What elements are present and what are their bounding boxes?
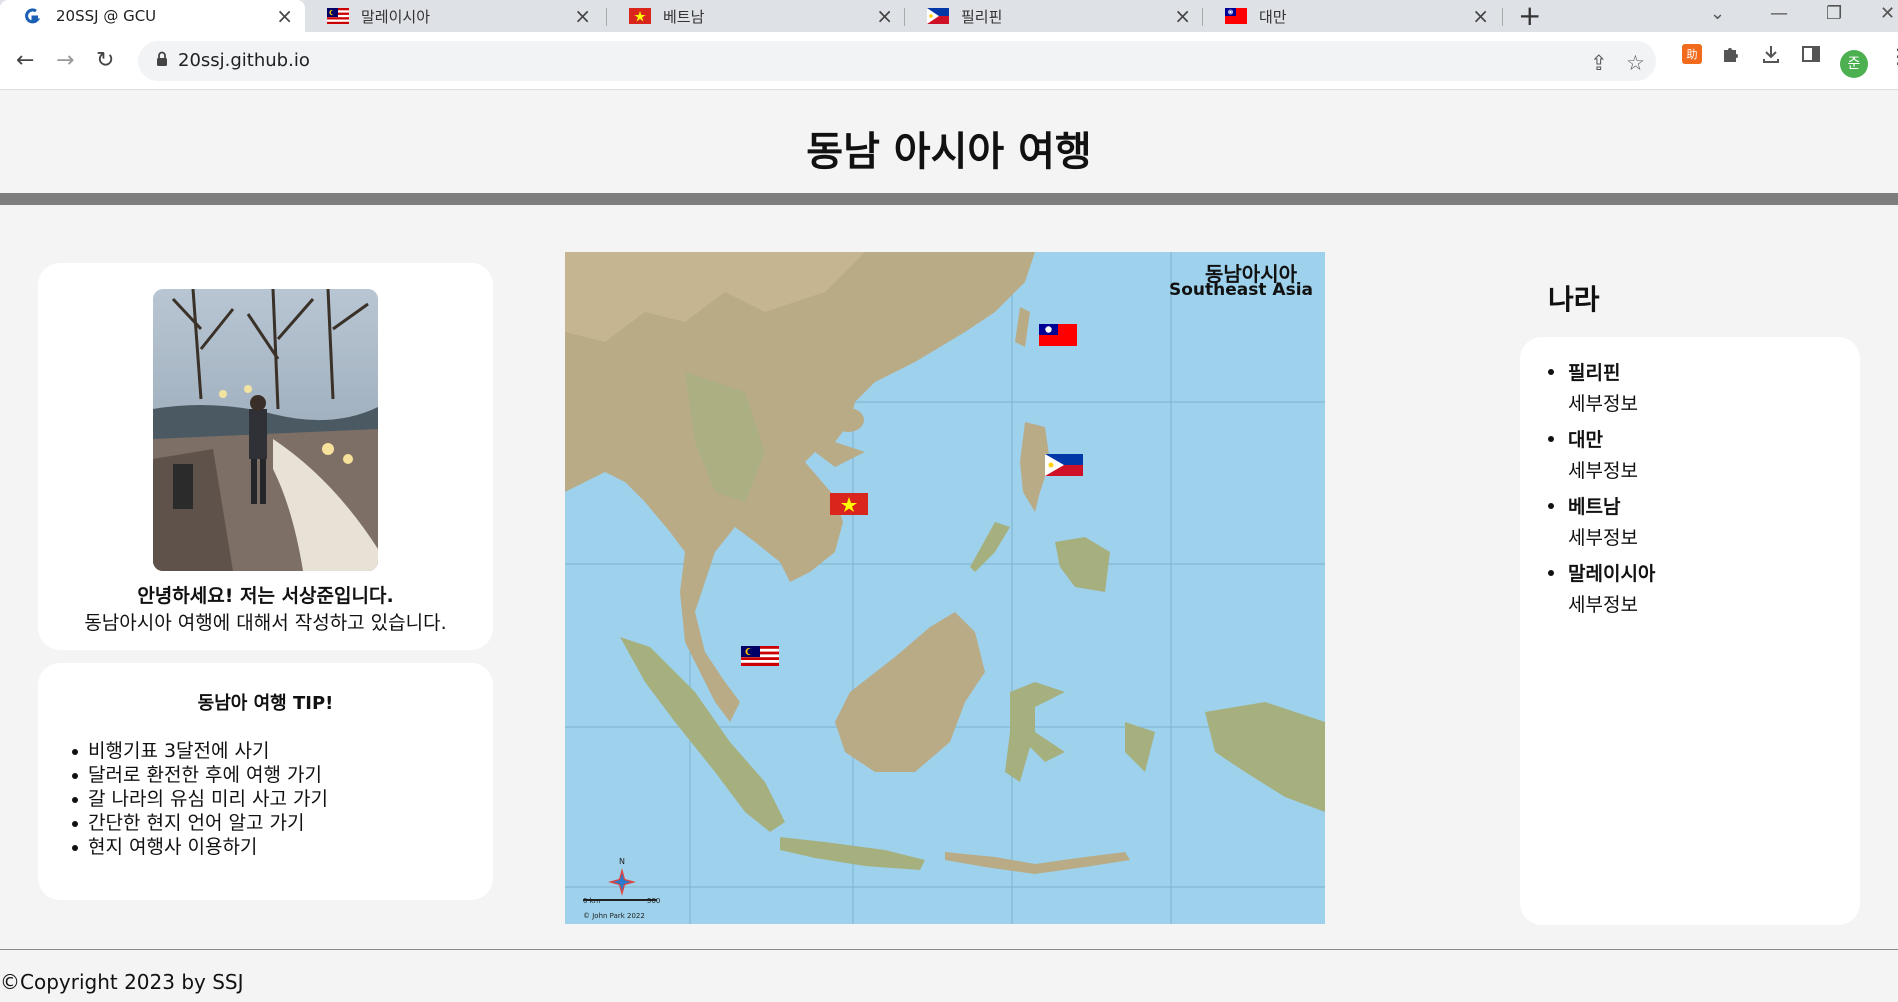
philippines-flag-icon <box>927 8 949 24</box>
tab-title: 베트남 <box>663 7 705 26</box>
minimize-icon[interactable]: — <box>1770 0 1788 28</box>
tab-divider <box>1502 8 1503 26</box>
profile-avatar[interactable]: 준 <box>1840 50 1868 78</box>
tab-title: 말레이시아 <box>361 7 431 26</box>
close-tab-icon[interactable]: × <box>574 6 591 26</box>
reload-icon[interactable]: ↻ <box>96 46 114 76</box>
tip-item: 달러로 환전한 후에 여행 가기 <box>72 763 328 787</box>
tip-item: 비행기표 3달전에 사기 <box>72 739 328 763</box>
country-name: 필리핀 <box>1568 362 1621 384</box>
footer-divider <box>0 949 1898 950</box>
download-icon[interactable] <box>1761 44 1781 64</box>
header-divider <box>0 193 1898 205</box>
country-detail-link[interactable]: 세부정보 <box>1568 389 1655 424</box>
page-header: 동남 아시아 여행 <box>0 91 1898 193</box>
country-detail-link[interactable]: 세부정보 <box>1568 523 1655 558</box>
close-tab-icon[interactable]: × <box>1174 6 1191 26</box>
compass-north-label: N <box>619 857 625 866</box>
url-text[interactable]: 20ssj.github.io <box>178 50 310 71</box>
site-favicon-icon <box>25 8 41 24</box>
close-tab-icon[interactable]: × <box>1472 6 1489 26</box>
tips-list: 비행기표 3달전에 사기 달러로 환전한 후에 여행 가기 갈 나라의 유심 미… <box>72 739 328 859</box>
country-item-philippines: 필리핀 세부정보 <box>1547 357 1655 424</box>
tip-item: 현지 여행사 이용하기 <box>72 835 328 859</box>
map-title-english: Southeast Asia <box>1169 280 1313 300</box>
close-tab-icon[interactable]: × <box>276 6 293 26</box>
country-name: 대만 <box>1568 429 1603 451</box>
scale-start-label: 0 km <box>583 897 601 905</box>
taiwan-flag-marker <box>1039 324 1077 346</box>
close-window-icon[interactable]: ✕ <box>1880 0 1895 28</box>
tips-card: 동남아 여행 TIP! 비행기표 3달전에 사기 달러로 환전한 후에 여행 가… <box>38 663 493 900</box>
map-credit: © John Park 2022 <box>583 912 645 920</box>
country-name: 말레이시아 <box>1568 563 1656 585</box>
country-name: 베트남 <box>1568 496 1621 518</box>
extension-icon[interactable]: 助 <box>1682 44 1702 64</box>
tab-strip: 20SSJ @ GCU × 말레이시아 × 베트남 × 필리핀 × 대만 × +… <box>0 0 1898 32</box>
new-tab-button[interactable]: + <box>1518 1 1541 31</box>
vietnam-flag-marker <box>830 493 868 515</box>
side-panel-icon[interactable] <box>1801 44 1821 64</box>
tab-title: 필리핀 <box>961 7 1003 26</box>
tab-malaysia[interactable]: 말레이시아 × <box>305 0 603 32</box>
tab-philippines[interactable]: 필리핀 × <box>905 0 1203 32</box>
svg-text:助: 助 <box>1687 47 1698 61</box>
country-list: 필리핀 세부정보 대만 세부정보 베트남 세부정보 말레이시아 세부정보 <box>1547 357 1656 625</box>
tab-title: 20SSJ @ GCU <box>56 7 157 25</box>
country-item-malaysia: 말레이시아 세부정보 <box>1547 558 1656 625</box>
extensions-puzzle-icon[interactable] <box>1721 44 1741 64</box>
tips-title: 동남아 여행 TIP! <box>197 693 334 714</box>
tab-20ssj[interactable]: 20SSJ @ GCU × <box>0 0 305 32</box>
scale-end-label: 500 <box>647 897 661 905</box>
page-title: 동남 아시아 여행 <box>806 129 1092 175</box>
vietnam-flag-icon <box>629 8 651 24</box>
menu-icon[interactable]: ⋮ <box>1888 44 1898 68</box>
toolbar: ← → ↻ 20ssj.github.io ⇪ ☆ 助 ⋮ <box>0 32 1898 90</box>
close-tab-icon[interactable]: × <box>876 6 893 26</box>
tab-title: 대만 <box>1259 7 1287 26</box>
tip-item: 간단한 현지 언어 알고 가기 <box>72 811 328 835</box>
map-graphic: N <box>565 252 1325 924</box>
countries-card: 필리핀 세부정보 대만 세부정보 베트남 세부정보 말레이시아 세부정보 <box>1520 337 1860 925</box>
taiwan-flag-icon <box>1225 8 1247 24</box>
forward-icon[interactable]: → <box>56 46 74 76</box>
restore-icon[interactable]: ❐ <box>1826 0 1842 28</box>
bookmark-star-icon[interactable]: ☆ <box>1626 51 1645 75</box>
intro-text: 동남아시아 여행에 대해서 작성하고 있습니다. <box>84 612 447 634</box>
greeting-text: 안녕하세요! 저는 서상준입니다. <box>137 585 394 607</box>
country-item-taiwan: 대만 세부정보 <box>1547 424 1655 491</box>
country-detail-link[interactable]: 세부정보 <box>1568 590 1655 625</box>
tab-search-icon[interactable]: ⌄ <box>1710 0 1725 28</box>
address-bar[interactable]: 20ssj.github.io ⇪ ☆ <box>138 41 1656 81</box>
lock-icon[interactable] <box>156 51 168 67</box>
back-icon[interactable]: ← <box>16 46 34 76</box>
malaysia-flag-icon <box>327 8 349 24</box>
tab-vietnam[interactable]: 베트남 × <box>607 0 905 32</box>
tip-item: 갈 나라의 유심 미리 사고 가기 <box>72 788 328 810</box>
southeast-asia-map: N 동남아시아 Southeast Asia 0 km 500 © John P… <box>565 252 1325 924</box>
footer-copyright: ©Copyright 2023 by SSJ <box>0 970 244 994</box>
philippines-flag-marker <box>1045 454 1083 476</box>
share-icon[interactable]: ⇪ <box>1590 51 1608 75</box>
malaysia-flag-marker <box>741 646 779 666</box>
tab-taiwan[interactable]: 대만 × <box>1203 0 1501 32</box>
profile-photo <box>153 289 378 571</box>
countries-heading: 나라 <box>1548 283 1600 316</box>
country-item-vietnam: 베트남 세부정보 <box>1547 491 1655 558</box>
profile-card: 안녕하세요! 저는 서상준입니다. 동남아시아 여행에 대해서 작성하고 있습니… <box>38 263 493 650</box>
country-detail-link[interactable]: 세부정보 <box>1568 456 1655 491</box>
